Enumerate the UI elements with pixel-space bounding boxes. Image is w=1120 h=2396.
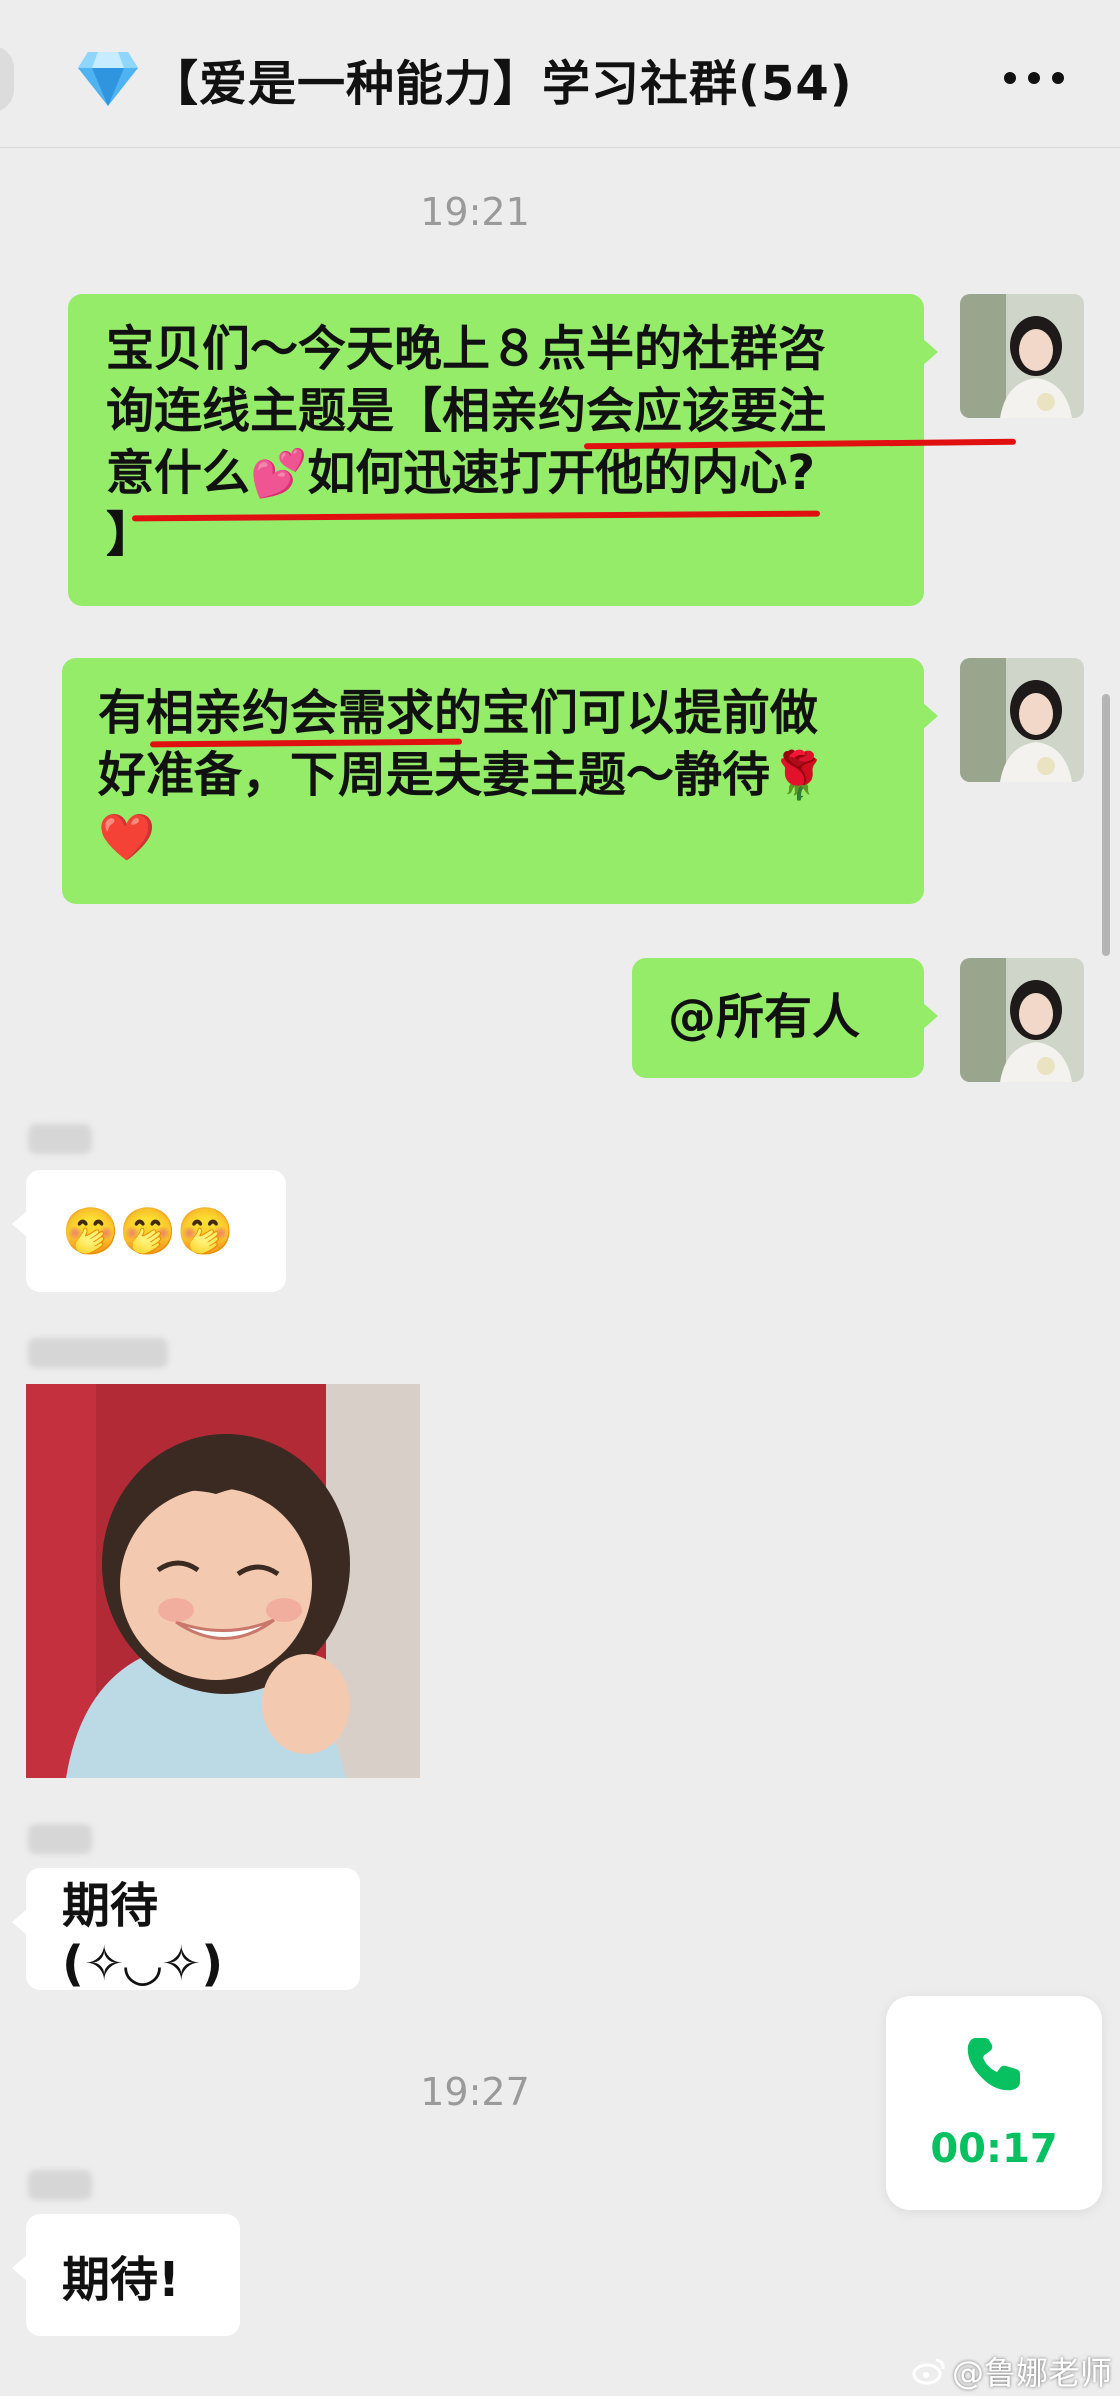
message-text: 有相亲约会需求的宝们可以提前做 <box>98 685 819 741</box>
weibo-icon <box>912 2358 945 2385</box>
message-bubble-outgoing[interactable]: @所有人 <box>632 958 938 1078</box>
timestamp: 19:27 <box>420 2070 530 2114</box>
message-bubble-incoming[interactable]: 🤭🤭🤭 <box>12 1170 286 1292</box>
more-icon[interactable] <box>1004 72 1064 84</box>
message-bubble-outgoing[interactable]: 宝贝们～今天晚上８点半的社群咨 询连线主题是【相亲约会应该要注 意什么💕如何迅速… <box>68 294 938 606</box>
message-text: 期待! <box>62 2252 180 2308</box>
diamond-icon <box>78 52 138 106</box>
phone-icon <box>967 2038 1020 2091</box>
call-duration: 00:17 <box>930 2126 1058 2172</box>
sender-name-blurred <box>28 1338 168 1368</box>
chat-title: 【爱是一种能力】学习社群(54) <box>150 56 853 112</box>
message-text: 期待 (✧◡✧) <box>62 1878 224 1992</box>
sender-name-blurred <box>28 2170 92 2200</box>
image-message[interactable] <box>26 1384 420 1778</box>
watermark-text: @鲁娜老师 <box>952 2354 1113 2392</box>
heart-emoji: ❤️ <box>98 810 156 864</box>
message-text: 宝贝们～今天晚上８点半的社群咨 <box>106 321 827 377</box>
back-button[interactable] <box>0 46 14 112</box>
message-text: 意什么💕如何迅速打开他的内心? <box>106 445 816 501</box>
message-text: ❤️ <box>98 806 886 868</box>
rose-emoji: 🌹 <box>770 748 828 802</box>
sender-name-blurred <box>28 1824 92 1854</box>
message-bubble-incoming[interactable]: 期待! <box>12 2214 240 2336</box>
message-text: @所有人 <box>668 989 861 1045</box>
message-bubble-incoming[interactable]: 期待 (✧◡✧) <box>12 1868 360 1992</box>
message-bubble-outgoing[interactable]: 有相亲约会需求的宝们可以提前做 好准备，下周是夫妻主题～静待🌹 ❤️ <box>62 658 938 904</box>
message-text: 询连线主题是【相亲约会应该要注 <box>106 383 827 439</box>
hearts-emoji: 💕 <box>250 446 308 500</box>
chat-header: 【爱是一种能力】学习社群(54) <box>0 0 1120 148</box>
message-text: 🤭🤭🤭 <box>62 1203 234 1258</box>
avatar[interactable] <box>960 294 1084 418</box>
scrollbar[interactable] <box>1102 694 1110 956</box>
avatar[interactable] <box>960 958 1084 1082</box>
voice-call-floating-window[interactable]: 00:17 <box>886 1996 1102 2210</box>
avatar[interactable] <box>960 658 1084 782</box>
watermark: @鲁娜老师 <box>912 2348 1112 2394</box>
message-text: 好准备，下周是夫妻主题～静待🌹 <box>98 747 828 803</box>
timestamp: 19:21 <box>420 190 530 234</box>
sender-name-blurred <box>28 1124 92 1154</box>
